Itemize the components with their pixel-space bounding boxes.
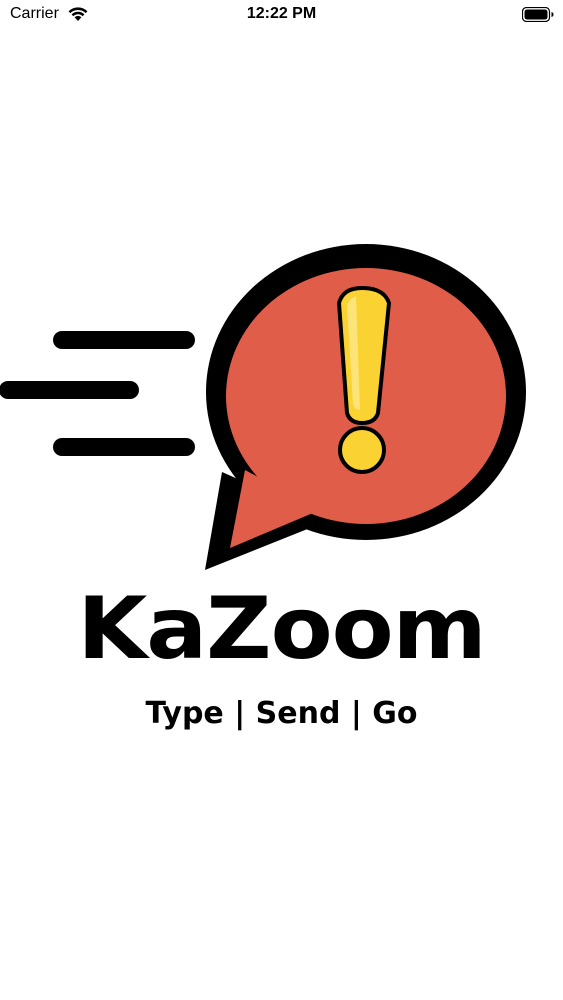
tagline: Type | Send | Go (145, 696, 418, 731)
speech-bubble-exclamation-icon (0, 238, 563, 588)
clock: 12:22 PM (246, 5, 317, 22)
battery-icon (521, 6, 554, 27)
app-name: KaZoom (77, 579, 486, 679)
status-bar: Carrier 12:22 PM (0, 0, 563, 30)
